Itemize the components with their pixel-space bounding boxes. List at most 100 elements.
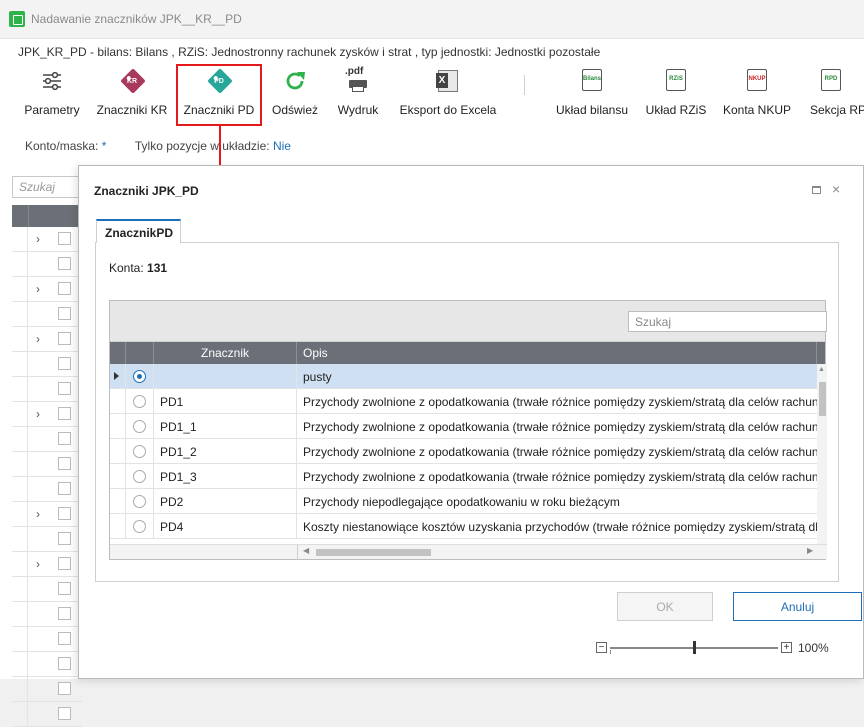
left-grid-row[interactable]: › xyxy=(12,502,82,527)
uklad-rzis-button[interactable]: RZiS Układ RZiS xyxy=(644,69,708,125)
refresh-icon xyxy=(286,72,305,90)
cancel-button[interactable]: Anuluj xyxy=(733,592,862,621)
expand-chevron-icon[interactable]: › xyxy=(36,557,40,571)
grid-search-input[interactable]: Szukaj xyxy=(628,311,827,332)
uklad-bilansu-button[interactable]: Bilans Układ bilansu xyxy=(552,69,632,125)
left-grid-row[interactable]: › xyxy=(12,277,82,302)
left-grid-row[interactable] xyxy=(12,452,82,477)
header-znacznik[interactable]: Znacznik xyxy=(154,342,297,364)
grid-row[interactable]: pusty xyxy=(110,364,817,389)
row-checkbox[interactable] xyxy=(58,707,71,720)
left-grid-row[interactable]: › xyxy=(12,402,82,427)
row-checkbox[interactable] xyxy=(58,682,71,695)
row-radio[interactable] xyxy=(133,445,146,458)
zoom-out-button[interactable]: − xyxy=(596,642,607,653)
cell-opis: Przychody zwolnione z opodatkowania (trw… xyxy=(303,445,817,459)
zoom-slider-thumb[interactable] xyxy=(693,641,696,654)
row-checkbox[interactable] xyxy=(58,232,71,245)
expand-chevron-icon[interactable]: › xyxy=(36,232,40,246)
parametry-label: Parametry xyxy=(24,103,80,117)
tylko-pozycje-value[interactable]: Nie xyxy=(273,139,291,153)
left-grid-row[interactable] xyxy=(12,352,82,377)
wydruk-button[interactable]: .pdf Wydruk xyxy=(332,66,384,125)
row-radio[interactable] xyxy=(133,470,146,483)
zoom-in-button[interactable]: + xyxy=(781,642,792,653)
row-checkbox[interactable] xyxy=(58,657,71,670)
scroll-left-icon[interactable]: ◀ xyxy=(303,546,309,555)
row-checkbox[interactable] xyxy=(58,557,71,570)
row-radio[interactable] xyxy=(133,420,146,433)
close-icon[interactable]: × xyxy=(832,181,840,197)
horizontal-scrollbar[interactable]: ◀ ▶ xyxy=(110,544,827,560)
row-checkbox[interactable] xyxy=(58,407,71,420)
expand-chevron-icon[interactable]: › xyxy=(36,282,40,296)
row-checkbox[interactable] xyxy=(58,632,71,645)
eksport-label: Eksport do Excela xyxy=(399,103,497,117)
grid-row[interactable]: PD1_2 Przychody zwolnione z opodatkowania… xyxy=(110,439,817,464)
vertical-scroll-thumb[interactable] xyxy=(819,382,826,416)
grid-row[interactable]: PD1 Przychody zwolnione z opodatkowania (… xyxy=(110,389,817,414)
tab-znacznikpd[interactable]: ZnacznikPD xyxy=(96,219,181,243)
left-grid-row[interactable] xyxy=(12,627,82,652)
znaczniki-kr-button[interactable]: KR Znaczniki KR xyxy=(94,68,170,125)
row-checkbox[interactable] xyxy=(58,607,71,620)
expand-chevron-icon[interactable]: › xyxy=(36,407,40,421)
row-radio[interactable] xyxy=(133,395,146,408)
expand-chevron-icon[interactable]: › xyxy=(36,332,40,346)
scroll-right-icon[interactable]: ▶ xyxy=(807,546,813,555)
row-checkbox[interactable] xyxy=(58,457,71,470)
expand-chevron-icon[interactable]: › xyxy=(36,507,40,521)
vertical-scrollbar[interactable]: ▲ xyxy=(817,364,827,544)
left-grid-row[interactable] xyxy=(12,427,82,452)
row-radio[interactable] xyxy=(133,520,146,533)
zoom-value: 100% xyxy=(798,641,829,655)
left-grid-row[interactable] xyxy=(12,477,82,502)
row-checkbox[interactable] xyxy=(58,357,71,370)
row-checkbox[interactable] xyxy=(58,432,71,445)
cell-opis: Przychody zwolnione z opodatkowania (trw… xyxy=(303,470,817,484)
horizontal-scroll-thumb[interactable] xyxy=(316,549,431,556)
znaczniki-pd-button[interactable]: PD Znaczniki PD xyxy=(180,68,258,125)
left-grid-row[interactable] xyxy=(12,577,82,602)
window-title: Nadawanie znaczników JPK__KR__PD xyxy=(31,12,242,26)
left-grid-row[interactable] xyxy=(12,252,82,277)
row-radio[interactable] xyxy=(133,495,146,508)
left-grid-row[interactable] xyxy=(12,652,82,677)
header-opis[interactable]: Opis xyxy=(297,342,817,364)
parametry-button[interactable]: Parametry xyxy=(20,69,84,125)
left-grid-row[interactable] xyxy=(12,377,82,402)
row-checkbox[interactable] xyxy=(58,532,71,545)
left-grid-row[interactable] xyxy=(12,702,82,727)
row-checkbox[interactable] xyxy=(58,382,71,395)
row-checkbox[interactable] xyxy=(58,507,71,520)
report-subtitle: JPK_KR_PD - bilans: Bilans , RZiS: Jedno… xyxy=(18,45,601,59)
grid-row[interactable]: PD4 Koszty niestanowiące kosztów uzyskani… xyxy=(110,514,817,539)
maximize-icon[interactable] xyxy=(812,186,821,194)
left-search-input[interactable]: Szukaj xyxy=(12,176,82,198)
row-checkbox[interactable] xyxy=(58,582,71,595)
grid-row[interactable]: PD2 Przychody niepodlegające opodatkowani… xyxy=(110,489,817,514)
row-checkbox[interactable] xyxy=(58,257,71,270)
left-grid-row[interactable]: › xyxy=(12,552,82,577)
konto-maska-value[interactable]: * xyxy=(102,139,107,153)
grid-row[interactable]: PD1_3 Przychody zwolnione z opodatkowania… xyxy=(110,464,817,489)
tylko-pozycje-label: Tylko pozycje w układzie: xyxy=(134,139,270,153)
left-grid-row[interactable]: › xyxy=(12,227,82,252)
row-checkbox[interactable] xyxy=(58,332,71,345)
eksport-excel-button[interactable]: X Eksport do Excela xyxy=(398,69,498,125)
left-grid-row[interactable] xyxy=(12,302,82,327)
left-grid-row[interactable] xyxy=(12,677,82,702)
grid-row[interactable]: PD1_1 Przychody zwolnione z opodatkowania… xyxy=(110,414,817,439)
left-grid-row[interactable] xyxy=(12,527,82,552)
cell-znacznik xyxy=(154,364,297,389)
sekcja-rpd-button[interactable]: RPD Sekcja RPD xyxy=(806,69,864,125)
left-grid-row[interactable] xyxy=(12,602,82,627)
ok-button[interactable]: OK xyxy=(617,592,713,621)
row-checkbox[interactable] xyxy=(58,307,71,320)
konta-nkup-button[interactable]: NKUP Konta NKUP xyxy=(720,69,794,125)
left-grid-row[interactable]: › xyxy=(12,327,82,352)
row-radio[interactable] xyxy=(133,370,146,383)
odswiez-button[interactable]: Odśwież xyxy=(268,69,322,125)
row-checkbox[interactable] xyxy=(58,282,71,295)
row-checkbox[interactable] xyxy=(58,482,71,495)
